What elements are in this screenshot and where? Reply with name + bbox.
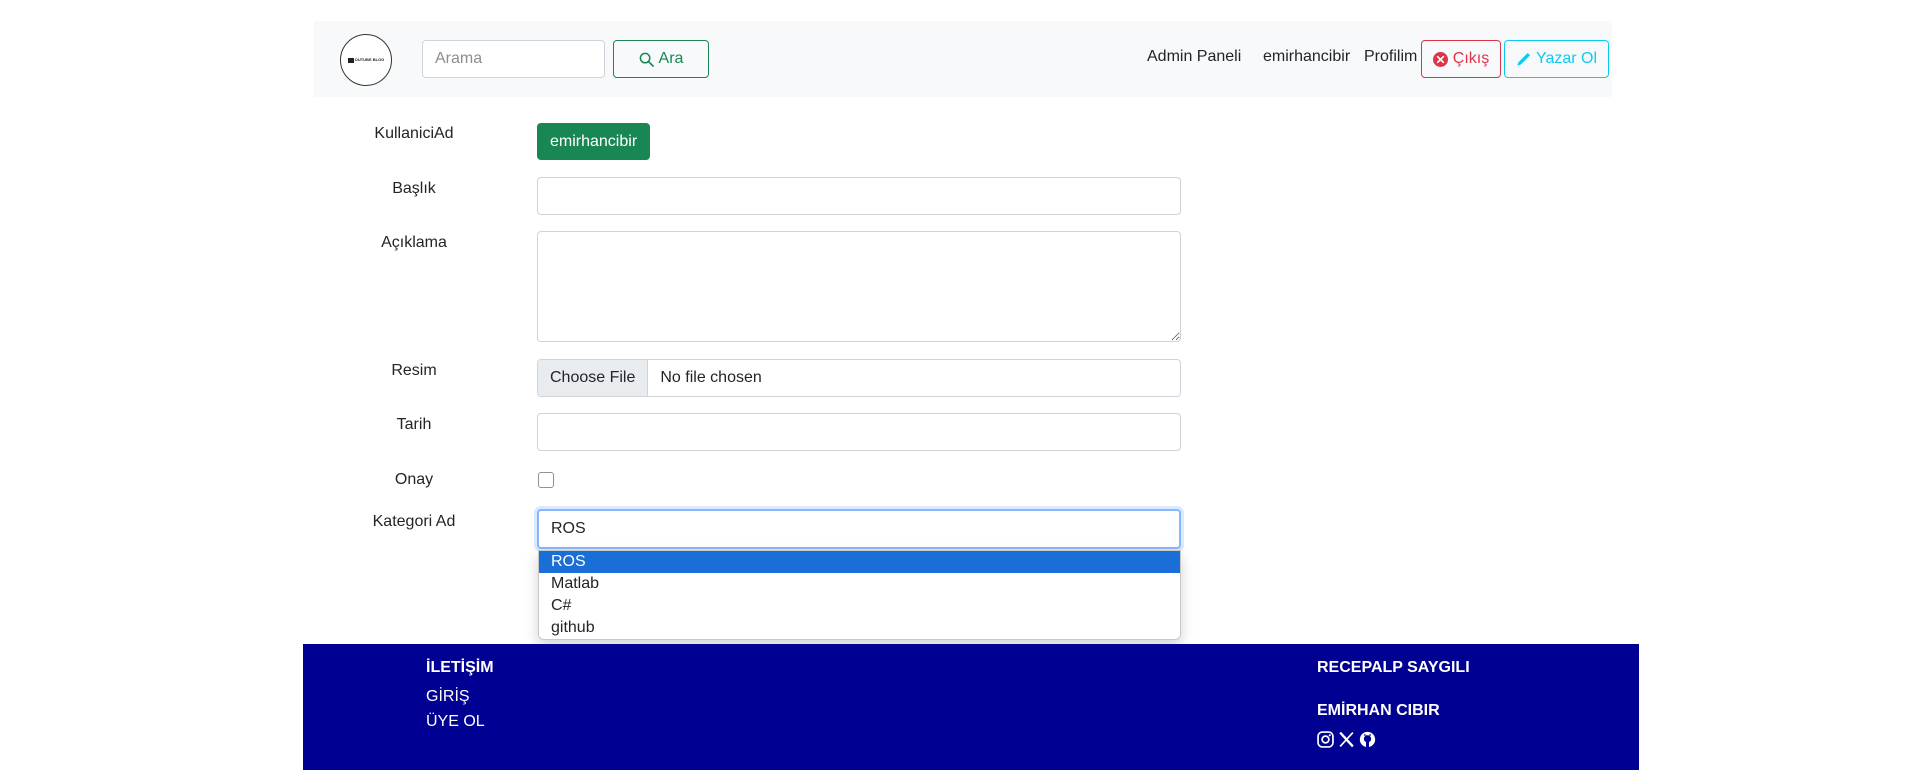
search-button-label: Ara <box>658 50 684 67</box>
label-description: Açıklama <box>381 234 447 251</box>
category-option[interactable]: C# <box>539 595 1180 617</box>
footer-register-link[interactable]: ÜYE OL <box>426 713 485 731</box>
category-option[interactable]: Matlab <box>539 573 1180 595</box>
pencil-icon <box>1517 52 1531 66</box>
file-status-text: No file chosen <box>660 369 762 386</box>
approval-checkbox[interactable] <box>538 472 554 488</box>
date-input[interactable] <box>537 413 1181 451</box>
nav-link-username[interactable]: emirhancibir <box>1263 48 1350 66</box>
label-date: Tarih <box>396 416 432 433</box>
label-approval: Onay <box>394 471 434 488</box>
logout-button-label: Çıkış <box>1452 50 1490 67</box>
x-icon[interactable] <box>1338 731 1355 748</box>
top-navbar: OUTUBE BLOG Ara Admin Paneli emirhancibi… <box>314 21 1612 97</box>
category-selected-value: ROS <box>551 520 586 537</box>
site-logo[interactable]: OUTUBE BLOG <box>340 34 392 86</box>
social-links <box>1317 731 1376 748</box>
footer-contact-heading: İLETİŞİM <box>426 659 494 676</box>
logout-button[interactable]: Çıkış <box>1421 40 1501 78</box>
github-icon[interactable] <box>1359 731 1376 748</box>
category-dropdown-list: ROS Matlab C# github <box>538 550 1181 640</box>
search-icon <box>639 52 654 67</box>
title-input[interactable] <box>537 177 1181 215</box>
label-category: Kategori Ad <box>372 513 456 530</box>
footer-credit-1: RECEPALP SAYGILI <box>1317 659 1470 676</box>
footer-login-link[interactable]: GİRİŞ <box>426 688 470 706</box>
category-option[interactable]: ROS <box>539 551 1180 573</box>
become-writer-label: Yazar Ol <box>1535 50 1598 67</box>
nav-link-profile[interactable]: Profilim <box>1364 48 1417 66</box>
become-writer-button[interactable]: Yazar Ol <box>1504 40 1609 78</box>
logo-text: OUTUBE BLOG <box>354 57 385 62</box>
search-button[interactable]: Ara <box>613 40 709 78</box>
footer-credit-2: EMİRHAN CIBIR <box>1317 702 1440 719</box>
label-image: Resim <box>391 362 437 379</box>
username-badge: emirhancibir <box>537 123 651 160</box>
instagram-icon[interactable] <box>1317 731 1334 748</box>
label-title: Başlık <box>392 180 436 197</box>
choose-file-button[interactable]: Choose File <box>538 360 649 396</box>
label-username: KullaniciAd <box>374 125 454 142</box>
close-circle-icon <box>1432 51 1448 67</box>
site-footer: İLETİŞİM GİRİŞ ÜYE OL RECEPALP SAYGILI E… <box>303 644 1639 770</box>
nav-link-admin-panel[interactable]: Admin Paneli <box>1147 48 1241 66</box>
description-textarea[interactable] <box>537 231 1181 342</box>
search-input[interactable] <box>422 40 605 78</box>
image-file-input[interactable]: Choose File No file chosen <box>537 359 1181 397</box>
category-select[interactable]: ROS <box>537 509 1181 549</box>
category-option[interactable]: github <box>539 617 1180 639</box>
